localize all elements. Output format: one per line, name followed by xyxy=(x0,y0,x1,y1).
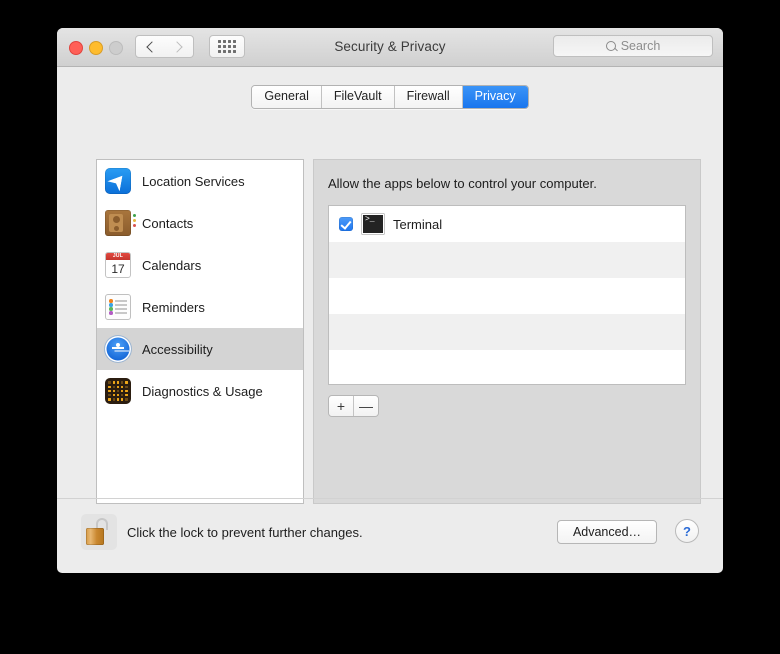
table-row[interactable] xyxy=(329,314,685,350)
app-enabled-checkbox[interactable] xyxy=(339,217,353,231)
terminal-icon: >_ xyxy=(362,214,384,234)
sidebar-item-reminders[interactable]: Reminders xyxy=(97,286,303,328)
preferences-body: Location Services Contacts JUL 17 Calend… xyxy=(57,114,723,573)
sidebar-item-label: Accessibility xyxy=(142,341,213,357)
calendar-day: 17 xyxy=(111,261,125,276)
accessibility-person-icon xyxy=(105,336,131,362)
sidebar-item-label: Reminders xyxy=(142,299,205,315)
privacy-category-list: Location Services Contacts JUL 17 Calend… xyxy=(96,159,304,504)
sidebar-item-diagnostics-usage[interactable]: Diagnostics & Usage xyxy=(97,370,303,412)
privacy-detail-panel: Allow the apps below to control your com… xyxy=(313,159,701,504)
allowed-apps-list[interactable]: >_ Terminal xyxy=(328,205,686,385)
tab-general[interactable]: General xyxy=(252,86,322,108)
tab-firewall[interactable]: Firewall xyxy=(394,86,463,108)
diagnostics-dots-icon xyxy=(105,378,131,404)
location-arrow-icon xyxy=(105,168,131,194)
sidebar-item-contacts[interactable]: Contacts xyxy=(97,202,303,244)
sidebar-item-label: Contacts xyxy=(142,215,194,231)
search-input[interactable]: Search xyxy=(553,35,713,57)
app-name-label: Terminal xyxy=(393,216,443,232)
sidebar-item-location-services[interactable]: Location Services xyxy=(97,160,303,202)
table-row[interactable]: >_ Terminal xyxy=(329,206,685,242)
system-preferences-window: Security & Privacy Search General FileVa… xyxy=(57,28,723,573)
contacts-book-icon xyxy=(105,210,131,236)
reminders-list-icon xyxy=(105,294,131,320)
add-app-button[interactable]: + xyxy=(329,396,354,416)
terminal-prompt-glyph: >_ xyxy=(365,215,375,224)
add-remove-button-group: + — xyxy=(328,395,379,417)
table-row[interactable] xyxy=(329,242,685,278)
sidebar-item-label: Diagnostics & Usage xyxy=(142,383,263,399)
tab-filevault[interactable]: FileVault xyxy=(321,86,395,108)
advanced-button[interactable]: Advanced… xyxy=(557,520,657,544)
table-row[interactable] xyxy=(329,278,685,314)
lock-status-text: Click the lock to prevent further change… xyxy=(127,525,363,540)
remove-app-button[interactable]: — xyxy=(354,396,378,416)
help-button[interactable]: ? xyxy=(675,519,699,543)
sidebar-item-calendars[interactable]: JUL 17 Calendars xyxy=(97,244,303,286)
search-icon xyxy=(605,41,616,51)
sidebar-item-accessibility[interactable]: Accessibility xyxy=(97,328,303,370)
calendar-icon: JUL 17 xyxy=(105,252,131,278)
unlocked-padlock-icon[interactable] xyxy=(81,514,117,550)
panel-description: Allow the apps below to control your com… xyxy=(328,176,597,191)
sidebar-item-label: Calendars xyxy=(142,257,202,273)
search-placeholder: Search xyxy=(620,39,661,53)
window-titlebar: Security & Privacy Search xyxy=(57,28,723,67)
sidebar-item-label: Location Services xyxy=(142,173,245,189)
calendar-month: JUL xyxy=(106,253,130,260)
window-footer: Click the lock to prevent further change… xyxy=(57,498,723,573)
tab-bar: General FileVault Firewall Privacy xyxy=(57,85,723,109)
table-row[interactable] xyxy=(329,350,685,384)
tab-privacy[interactable]: Privacy xyxy=(462,86,528,108)
